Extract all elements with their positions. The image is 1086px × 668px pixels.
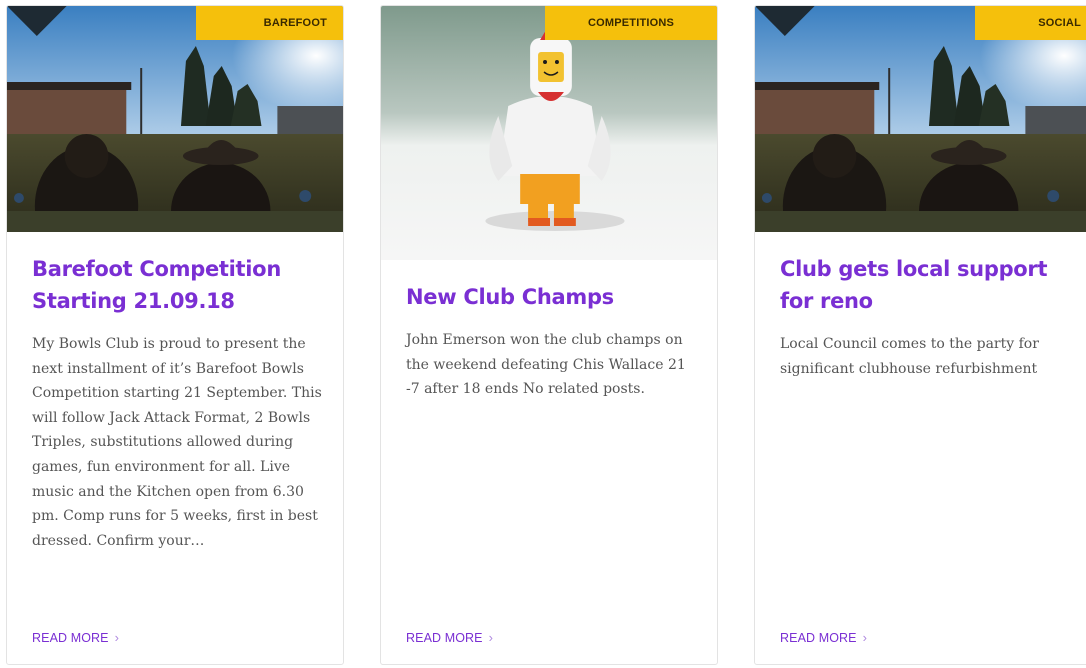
post-excerpt: Local Council comes to the party for sig… <box>780 336 1039 377</box>
category-badge[interactable]: SOCIAL <box>975 6 1086 40</box>
post-excerpt: My Bowls Club is proud to present the ne… <box>32 336 322 549</box>
read-more-label: READ MORE <box>32 630 109 645</box>
chevron-right-icon: › <box>488 630 494 645</box>
post-card: BAREFOOT Barefoot Competition Starting 2… <box>6 5 344 665</box>
chevron-right-icon: › <box>114 630 120 645</box>
post-card: SOCIAL Club gets local support for reno … <box>754 5 1086 665</box>
read-more-label: READ MORE <box>406 630 483 645</box>
post-title[interactable]: Barefoot Competition Starting 21.09.18 <box>32 253 329 317</box>
read-more-link[interactable]: READ MORE › <box>780 630 867 645</box>
read-more-label: READ MORE <box>780 630 857 645</box>
lego-chicken-photo <box>381 6 717 260</box>
post-grid: BAREFOOT Barefoot Competition Starting 2… <box>0 0 1086 668</box>
post-title[interactable]: New Club Champs <box>406 281 703 313</box>
read-more-link[interactable]: READ MORE › <box>32 630 119 645</box>
category-badge[interactable]: COMPETITIONS <box>545 6 717 40</box>
category-badge[interactable]: BAREFOOT <box>196 6 343 40</box>
post-title[interactable]: Club gets local support for reno <box>780 253 1077 317</box>
chevron-right-icon: › <box>862 630 868 645</box>
post-excerpt: John Emerson won the club champs on the … <box>406 332 686 398</box>
read-more-link[interactable]: READ MORE › <box>406 630 493 645</box>
post-card: COMPETITIONS New Club Champs John Emerso… <box>380 5 718 665</box>
post-thumbnail[interactable] <box>381 6 717 260</box>
